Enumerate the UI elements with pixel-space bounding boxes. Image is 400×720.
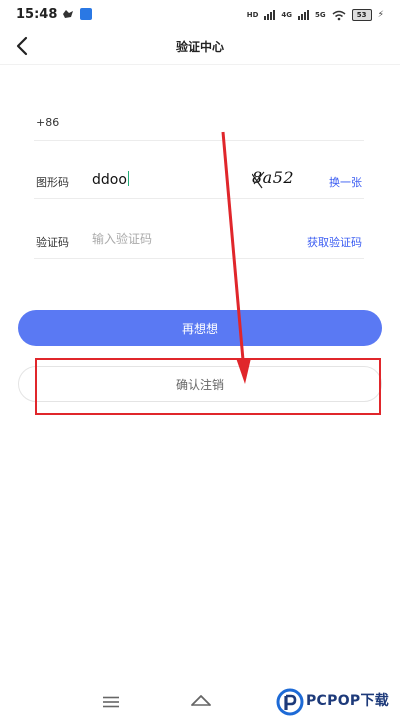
status-bar: 15:48 HD 4G 5G 53 ⚡	[0, 0, 400, 28]
captcha-image[interactable]: 8a52	[252, 168, 312, 190]
rethink-button[interactable]: 再想想	[18, 310, 382, 346]
signal-icon-2	[298, 10, 310, 20]
nav-bar: 验证中心	[0, 28, 400, 65]
refresh-captcha-button[interactable]: 换一张	[329, 174, 362, 190]
app-notification-icon-2	[80, 8, 92, 20]
annotation-highlight-box	[35, 358, 381, 415]
watermark-text: PCPOP下载	[306, 693, 390, 709]
menu-icon[interactable]	[102, 696, 120, 708]
home-icon[interactable]	[189, 692, 213, 708]
code-input[interactable]	[92, 229, 282, 249]
phone-row: +86	[34, 104, 364, 141]
captcha-noise	[252, 171, 265, 189]
get-code-button[interactable]: 获取验证码	[307, 234, 362, 250]
text-cursor	[127, 171, 129, 186]
watermark-logo: PCPOP下载	[276, 686, 400, 718]
code-row: 验证码 获取验证码	[34, 222, 364, 259]
captcha-row: 图形码 ddoo 8a52 换一张	[34, 162, 364, 199]
app-notification-icon	[63, 10, 73, 18]
signal-icon	[264, 10, 276, 20]
pcpop-logo-icon	[276, 688, 304, 716]
code-label: 验证码	[36, 236, 69, 249]
status-indicators: HD 4G 5G 53 ⚡	[247, 8, 384, 22]
captcha-input[interactable]: ddoo	[92, 171, 129, 188]
4g-indicator: 4G	[281, 10, 293, 19]
phone-country-code: +86	[36, 116, 60, 129]
5g-indicator: 5G	[315, 10, 326, 19]
charging-icon: ⚡	[377, 10, 384, 20]
wifi-icon	[332, 10, 346, 20]
battery-icon: 53	[351, 9, 372, 21]
status-time: 15:48	[16, 7, 58, 22]
captcha-label: 图形码	[36, 176, 69, 189]
page-title: 验证中心	[175, 40, 224, 54]
hd-indicator: HD	[246, 10, 259, 19]
